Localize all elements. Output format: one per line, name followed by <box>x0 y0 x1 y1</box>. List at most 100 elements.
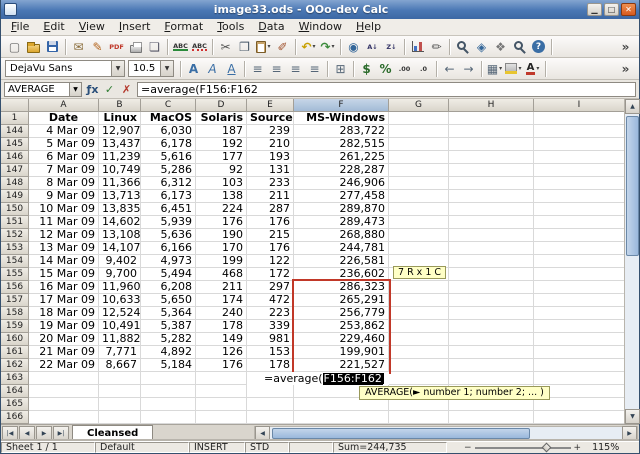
cell[interactable]: 7 Mar 09 <box>29 164 99 177</box>
cell[interactable]: 256,779 <box>294 307 389 320</box>
cell[interactable]: 6,173 <box>141 190 196 203</box>
cell[interactable]: 172 <box>247 268 294 281</box>
menu-view[interactable]: View <box>72 19 112 35</box>
cell[interactable]: 253,862 <box>294 320 389 333</box>
menu-insert[interactable]: Insert <box>112 19 158 35</box>
cell[interactable]: 6,451 <box>141 203 196 216</box>
column-header-C[interactable]: C <box>141 99 196 112</box>
cell[interactable]: 178 <box>196 320 247 333</box>
cell[interactable] <box>534 320 624 333</box>
column-header-G[interactable]: G <box>389 99 449 112</box>
cell[interactable]: 18 Mar 09 <box>29 307 99 320</box>
new-document-icon[interactable]: ▢ <box>5 38 24 56</box>
cell[interactable] <box>294 411 389 424</box>
menu-edit[interactable]: Edit <box>36 19 71 35</box>
cell[interactable] <box>534 411 624 424</box>
cell[interactable]: 4 Mar 09 <box>29 125 99 138</box>
cell[interactable]: 6,208 <box>141 281 196 294</box>
export-pdf-icon[interactable]: PDF <box>107 38 126 56</box>
cut-icon[interactable]: ✂ <box>216 38 235 56</box>
cell[interactable]: 210 <box>247 138 294 151</box>
undo-icon[interactable]: ↶▾ <box>299 38 318 56</box>
title-bar[interactable]: image33.ods - OOo-dev Calc ▁ □ ✕ <box>1 0 639 19</box>
cell[interactable]: 297 <box>247 281 294 294</box>
cell[interactable] <box>389 138 449 151</box>
cell[interactable] <box>389 281 449 294</box>
status-sum[interactable]: Sum=244,735 <box>333 442 447 453</box>
cell[interactable]: 190 <box>196 229 247 242</box>
percent-icon[interactable]: % <box>376 60 395 78</box>
cell[interactable] <box>534 164 624 177</box>
cell[interactable] <box>196 411 247 424</box>
cell[interactable] <box>449 151 534 164</box>
cell[interactable]: 981 <box>247 333 294 346</box>
cell[interactable]: 215 <box>247 229 294 242</box>
cell[interactable]: 10,749 <box>99 164 141 177</box>
cell[interactable]: 246,906 <box>294 177 389 190</box>
cell[interactable]: 226,581 <box>294 255 389 268</box>
cell[interactable]: 223 <box>247 307 294 320</box>
underline-icon[interactable]: A <box>222 60 241 78</box>
sort-descending-icon[interactable]: Z↓ <box>382 38 401 56</box>
merge-cells-icon[interactable]: ⊞ <box>331 60 350 78</box>
increase-indent-icon[interactable]: → <box>459 60 478 78</box>
cell[interactable]: 228,287 <box>294 164 389 177</box>
cell[interactable] <box>449 138 534 151</box>
zoom-slider[interactable] <box>475 447 571 449</box>
cell[interactable] <box>534 229 624 242</box>
cell[interactable] <box>389 151 449 164</box>
formula-input[interactable]: =average(F156:F162 <box>137 82 636 97</box>
cell[interactable]: 9 Mar 09 <box>29 190 99 203</box>
cell[interactable]: 5,286 <box>141 164 196 177</box>
cell[interactable] <box>534 177 624 190</box>
cell[interactable] <box>141 411 196 424</box>
cell[interactable] <box>534 307 624 320</box>
edit-file-icon[interactable]: ✎ <box>88 38 107 56</box>
cell[interactable] <box>534 333 624 346</box>
cell[interactable]: 4,892 <box>141 346 196 359</box>
cell[interactable] <box>449 320 534 333</box>
align-left-icon[interactable]: ≡ <box>248 60 267 78</box>
prev-sheet-button[interactable]: ◀ <box>19 426 35 441</box>
row-header-159[interactable]: 159 <box>1 320 29 333</box>
cell[interactable]: 11,366 <box>99 177 141 190</box>
align-right-icon[interactable]: ≡ <box>286 60 305 78</box>
cell[interactable]: 211 <box>196 281 247 294</box>
cell[interactable] <box>534 112 624 125</box>
draw-functions-icon[interactable]: ✏ <box>427 38 446 56</box>
cell[interactable]: 289,473 <box>294 216 389 229</box>
email-document-icon[interactable]: ✉ <box>69 38 88 56</box>
cell[interactable] <box>449 203 534 216</box>
cell[interactable] <box>449 229 534 242</box>
cell[interactable]: 178 <box>247 359 294 372</box>
menu-format[interactable]: Format <box>157 19 210 35</box>
navigator-icon[interactable]: ◈ <box>472 38 491 56</box>
row-header-148[interactable]: 148 <box>1 177 29 190</box>
cell[interactable] <box>196 385 247 398</box>
cell[interactable] <box>247 385 294 398</box>
menu-window[interactable]: Window <box>292 19 349 35</box>
row-header-164[interactable]: 164 <box>1 385 29 398</box>
cell[interactable]: 211 <box>247 190 294 203</box>
cell[interactable] <box>389 411 449 424</box>
add-decimal-icon[interactable]: .00 <box>395 60 414 78</box>
cell[interactable] <box>99 411 141 424</box>
cell[interactable] <box>534 372 624 385</box>
cell[interactable]: 22 Mar 09 <box>29 359 99 372</box>
cell[interactable] <box>449 333 534 346</box>
cell[interactable] <box>247 411 294 424</box>
cell[interactable]: 20 Mar 09 <box>29 333 99 346</box>
cell[interactable] <box>534 242 624 255</box>
delete-decimal-icon[interactable]: .0 <box>414 60 433 78</box>
cell[interactable] <box>196 398 247 411</box>
cell[interactable] <box>534 268 624 281</box>
cell[interactable] <box>534 203 624 216</box>
cell[interactable] <box>534 138 624 151</box>
cell[interactable]: 17 Mar 09 <box>29 294 99 307</box>
column-header-A[interactable]: A <box>29 99 99 112</box>
background-color-icon[interactable]: ▾ <box>504 60 523 78</box>
cell[interactable]: 6,312 <box>141 177 196 190</box>
row-header-153[interactable]: 153 <box>1 242 29 255</box>
row-header-165[interactable]: 165 <box>1 398 29 411</box>
cancel-button[interactable]: ✗ <box>118 81 135 97</box>
